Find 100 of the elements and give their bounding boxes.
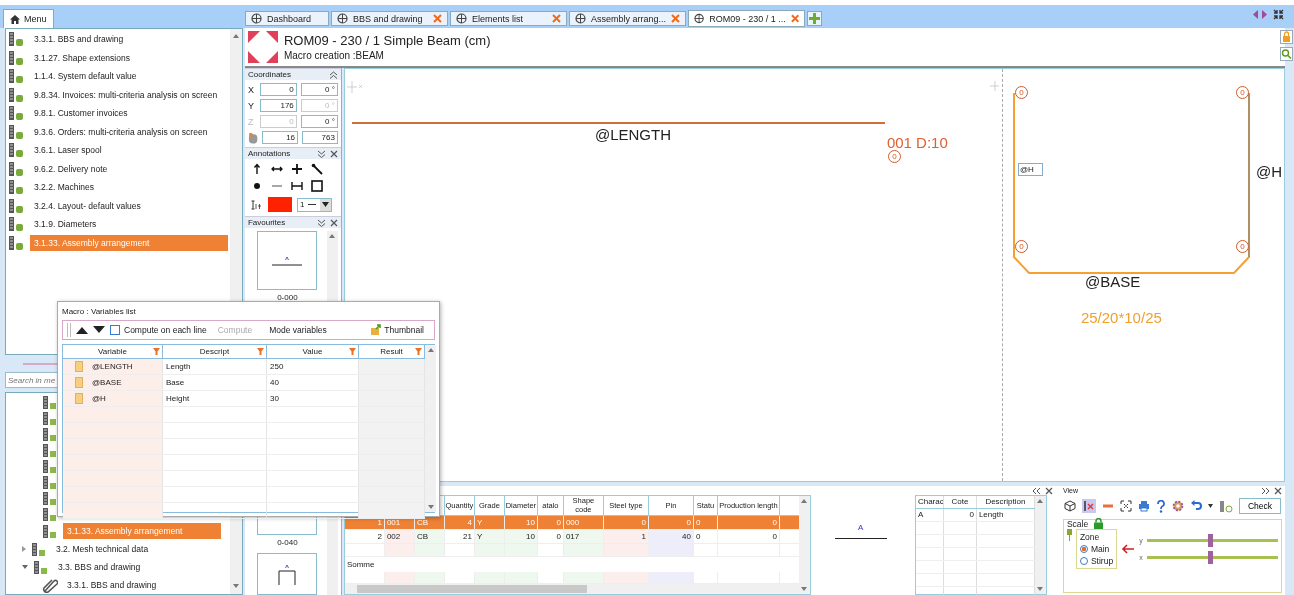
collapse-icon[interactable] — [1273, 9, 1284, 20]
coordinate-field[interactable]: 0 — [259, 83, 297, 96]
table-cell[interactable]: Base — [163, 375, 267, 390]
menu-item[interactable]: 9.3.6. Orders: multi-criteria analysis on screen — [8, 122, 228, 141]
base-label[interactable]: @BASE — [1084, 273, 1141, 290]
coordinate-field[interactable]: 763 — [302, 131, 338, 144]
column-header[interactable]: Description — [976, 496, 1035, 508]
bend-marker[interactable]: 0 — [1235, 240, 1249, 253]
menu-item[interactable]: 9.8.1. Customer invoices — [8, 104, 228, 123]
menu-item[interactable]: 3.2.4. Layout- default values — [8, 196, 228, 215]
slider-thumb[interactable] — [1207, 534, 1213, 547]
dropdown-arrow-icon[interactable] — [1207, 504, 1213, 508]
menu-item[interactable]: 1.1.4. System default value — [8, 67, 228, 86]
scroll-down-arrow-icon[interactable] — [427, 505, 434, 509]
scroll-down-arrow-icon[interactable] — [801, 587, 808, 591]
filter-icon[interactable] — [153, 348, 160, 355]
printer-icon[interactable] — [1137, 500, 1150, 512]
lock-icon[interactable] — [1280, 30, 1293, 44]
zone-radio[interactable]: Stirup — [1079, 556, 1114, 566]
height-label[interactable]: @H — [1255, 163, 1282, 180]
lock-icon[interactable] — [1094, 518, 1104, 529]
zone-radio[interactable]: Main — [1079, 544, 1114, 554]
search-icon[interactable] — [1280, 47, 1293, 61]
color-swatch[interactable] — [267, 197, 292, 212]
angle-field[interactable]: 0 ° — [300, 83, 338, 96]
menu-item[interactable]: 3.1.27. Shape extensions — [8, 48, 228, 67]
undo-icon[interactable] — [1189, 500, 1202, 512]
tree-item[interactable]: 3.3. BBS and drawing — [54, 559, 145, 575]
filter-icon[interactable] — [349, 348, 356, 355]
document-tab[interactable]: Dashboard — [245, 11, 329, 26]
scroll-up-arrow-icon[interactable] — [232, 34, 239, 38]
cube-icon[interactable] — [1063, 500, 1076, 512]
close-icon[interactable] — [1044, 486, 1053, 495]
document-tab[interactable]: Elements list — [450, 11, 567, 26]
scroll-up-arrow-icon[interactable] — [1037, 499, 1044, 503]
table-cell[interactable]: Length — [163, 359, 267, 374]
expander-icon[interactable] — [22, 565, 28, 569]
radio-button[interactable] — [1079, 545, 1088, 553]
close-icon[interactable] — [329, 218, 338, 227]
tree-item[interactable]: 3.2. Mesh technical data — [52, 541, 153, 557]
bar-mark-label[interactable]: 001 D:10 — [886, 134, 948, 151]
coordinate-field[interactable]: 176 — [259, 99, 297, 112]
menu-tab[interactable]: Menu — [3, 9, 54, 28]
column-header[interactable]: Descript — [163, 345, 267, 358]
module-icon[interactable] — [1218, 499, 1233, 513]
menu-item[interactable]: 3.3.1. BBS and drawing — [8, 30, 228, 49]
length-label[interactable]: @LENGTH — [594, 126, 671, 143]
compute-checkbox[interactable]: Compute on each line — [110, 325, 207, 335]
angle-field[interactable]: 0 ° — [300, 115, 338, 128]
table-row[interactable]: 2 002 CB 21 Y 10 0 017 1 40 0 0 — [344, 530, 799, 545]
close-icon[interactable] — [329, 149, 338, 158]
square-icon[interactable] — [310, 180, 323, 192]
move-up-icon[interactable] — [76, 326, 88, 334]
thumbnail-button[interactable]: Thumbnail — [364, 324, 430, 336]
column-header[interactable]: Variable — [63, 345, 163, 358]
bend-marker[interactable]: 0 — [1014, 86, 1028, 99]
toolbar-button[interactable]: Mode variables — [263, 325, 333, 335]
fit-view-icon[interactable] — [1119, 500, 1132, 512]
close-icon[interactable] — [790, 14, 799, 23]
expand-down-icon[interactable] — [316, 218, 326, 227]
axis-toggle-icon[interactable] — [1081, 499, 1096, 513]
move-down-icon[interactable] — [93, 326, 105, 334]
tree-item[interactable]: 3.3.1. BBS and drawing — [63, 577, 161, 593]
menu-item[interactable]: 3.1.9. Diameters — [8, 215, 228, 234]
slider-thumb[interactable] — [1207, 551, 1213, 564]
document-tab[interactable]: Assembly arrang... — [569, 11, 686, 26]
table-cell[interactable]: Height — [163, 391, 267, 406]
text-tool-icon[interactable] — [250, 199, 263, 210]
diagonal-line-icon[interactable] — [310, 163, 323, 175]
shape-thumbnail[interactable] — [257, 553, 318, 595]
scroll-up-arrow-icon[interactable] — [329, 234, 336, 238]
filter-icon[interactable] — [415, 348, 422, 355]
plus-icon[interactable] — [290, 163, 303, 175]
menu-item[interactable]: 3.2.2. Machines — [8, 178, 228, 197]
column-header[interactable]: Charac — [915, 496, 944, 508]
add-tab-button[interactable] — [807, 11, 822, 26]
expand-down-icon[interactable] — [316, 149, 326, 158]
gear-icon[interactable] — [1171, 500, 1184, 512]
scroll-up-arrow-icon[interactable] — [427, 348, 434, 352]
line-width-dropdown[interactable]: 1 — [296, 197, 333, 212]
menu-item[interactable]: 9.8.34. Invoices: multi-criteria analysis on screen — [8, 85, 228, 104]
scroll-up-arrow-icon[interactable] — [801, 499, 808, 503]
scrollbar-thumb[interactable] — [356, 585, 587, 594]
expand-right-icon[interactable] — [1261, 486, 1270, 495]
document-tab[interactable]: BBS and drawing — [331, 11, 448, 26]
scroll-down-arrow-icon[interactable] — [232, 584, 239, 588]
left-right-arrows-icon[interactable] — [1253, 10, 1267, 19]
scroll-down-arrow-icon[interactable] — [1037, 587, 1044, 591]
menu-item[interactable]: 3.6.1. Laser spool — [8, 141, 228, 160]
coordinate-field[interactable]: 16 — [262, 131, 299, 144]
bar-marker[interactable]: 0 — [887, 150, 901, 163]
collapse-up-icon[interactable] — [328, 70, 338, 79]
close-icon[interactable] — [1274, 486, 1282, 495]
filter-icon[interactable] — [257, 348, 264, 355]
dimension-icon[interactable] — [290, 180, 303, 192]
column-header[interactable]: Value — [267, 345, 359, 358]
column-header[interactable]: Cote — [943, 496, 977, 508]
collapse-left-icon[interactable] — [1031, 486, 1041, 495]
help-icon[interactable] — [1155, 499, 1166, 513]
check-button[interactable]: Check — [1238, 498, 1281, 514]
